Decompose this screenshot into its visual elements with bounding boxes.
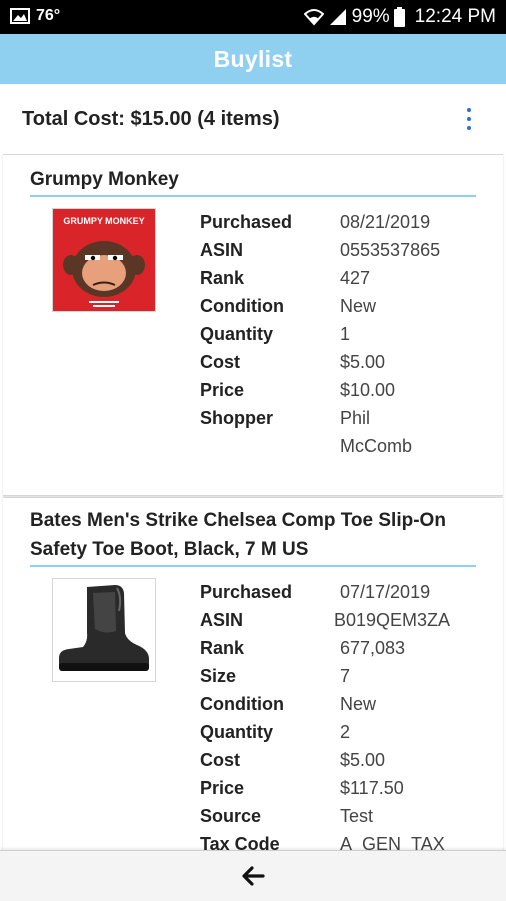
field-value: 7 (340, 666, 351, 686)
field-quantity: Quantity 2 (200, 718, 470, 746)
wifi-icon (303, 8, 324, 26)
field-value: $117.50 (340, 778, 404, 798)
field-label: Condition (200, 296, 284, 316)
temperature-text: 76° (36, 7, 61, 24)
status-bar: 76° 99% 12:24 PM (0, 0, 506, 34)
bottom-bar (0, 850, 506, 901)
field-condition: Condition New (200, 690, 470, 718)
field-value: Test (340, 806, 374, 826)
field-quantity: Quantity 1 (200, 320, 470, 348)
field-value: 0553537865 (340, 240, 441, 260)
field-source: Source Test (200, 802, 470, 830)
book-cover-title: GRUMPY MONKEY (63, 216, 144, 226)
field-rank: Rank 427 (200, 264, 470, 292)
field-value: 677,083 (340, 638, 406, 658)
battery-percent: 99% (351, 6, 390, 27)
field-tax-code: Tax Code A_GEN_TAX (200, 830, 470, 850)
field-value: 1 (340, 324, 351, 344)
field-label: Rank (200, 268, 245, 288)
field-label: Shopper (200, 408, 274, 428)
title-divider (30, 565, 476, 567)
book-cover-image: GRUMPY MONKEY (53, 209, 155, 311)
item-thumbnail[interactable]: GRUMPY MONKEY (52, 208, 156, 312)
clock: 12:24 PM (414, 6, 496, 27)
app-title: Buylist (213, 45, 293, 72)
item-fields: Purchased 07/17/2019 ASIN B019QEM3ZA Rank 6… (200, 578, 470, 850)
field-price: Price $117.50 (200, 774, 470, 802)
list-item[interactable]: Bates Men's Strike Chelsea Comp Toe Slip… (3, 497, 503, 850)
field-value: New (340, 296, 377, 316)
field-value: $10.00 (340, 380, 396, 400)
field-value: A_GEN_TAX (340, 834, 445, 850)
field-label: ASIN (200, 610, 244, 630)
app-bar: Buylist (0, 34, 506, 84)
field-value: B019QEM3ZA (334, 610, 451, 630)
item-title: Bates Men's Strike Chelsea Comp Toe Slip… (30, 510, 446, 560)
field-purchased: Purchased 08/21/2019 (200, 208, 470, 236)
summary-header: Total Cost: $15.00 (4 items) (0, 84, 506, 154)
field-label: Condition (200, 694, 284, 714)
field-label: ASIN (200, 240, 244, 260)
field-label: Rank (200, 638, 245, 658)
field-value: $5.00 (340, 352, 386, 372)
field-asin: ASIN 0553537865 (200, 236, 470, 264)
field-value: 07/17/2019 (340, 582, 431, 602)
field-label: Price (200, 380, 245, 400)
gallery-icon (10, 8, 30, 24)
field-asin: ASIN B019QEM3ZA (200, 606, 470, 634)
arrow-left-icon[interactable] (241, 865, 265, 887)
more-vert-icon[interactable] (464, 108, 474, 130)
field-label: Quantity (200, 722, 274, 742)
field-label: Cost (200, 750, 240, 770)
status-right: 99% 12:24 PM (303, 6, 496, 28)
item-thumbnail[interactable] (52, 578, 156, 682)
field-shopper: Shopper Phil McComb (200, 404, 470, 460)
field-label: Tax Code (200, 834, 280, 850)
field-label: Price (200, 778, 245, 798)
field-label: Source (200, 806, 262, 826)
total-cost: Total Cost: $15.00 (4 items) (22, 108, 280, 130)
field-label: Quantity (200, 324, 274, 344)
field-label: Purchased (200, 212, 293, 232)
signal-icon (329, 8, 347, 26)
field-price: Price $10.00 (200, 376, 470, 404)
field-value: 427 (340, 268, 371, 288)
field-label: Size (200, 666, 237, 686)
field-purchased: Purchased 07/17/2019 (200, 578, 470, 606)
field-value: Phil McComb (340, 408, 413, 456)
item-fields: Purchased 08/21/2019 ASIN 0553537865 Rank 4… (200, 208, 470, 460)
field-condition: Condition New (200, 292, 470, 320)
field-value: $5.00 (340, 750, 386, 770)
field-size: Size 7 (200, 662, 470, 690)
field-label: Cost (200, 352, 240, 372)
list-item[interactable]: Grumpy Monkey GRUMPY MONKEY Purchased 08/… (3, 154, 503, 496)
title-divider (30, 195, 476, 197)
battery-icon (393, 7, 405, 27)
field-cost: Cost $5.00 (200, 746, 470, 774)
field-cost: Cost $5.00 (200, 348, 470, 376)
boot-image (53, 579, 155, 681)
field-label: Purchased (200, 582, 293, 602)
item-title: Grumpy Monkey (30, 169, 179, 190)
buylist[interactable]: Grumpy Monkey GRUMPY MONKEY Purchased 08/… (0, 154, 506, 850)
field-value: 2 (340, 722, 351, 742)
field-value: 08/21/2019 (340, 212, 431, 232)
status-left: 76° (10, 7, 60, 25)
field-rank: Rank 677,083 (200, 634, 470, 662)
field-value: New (340, 694, 377, 714)
